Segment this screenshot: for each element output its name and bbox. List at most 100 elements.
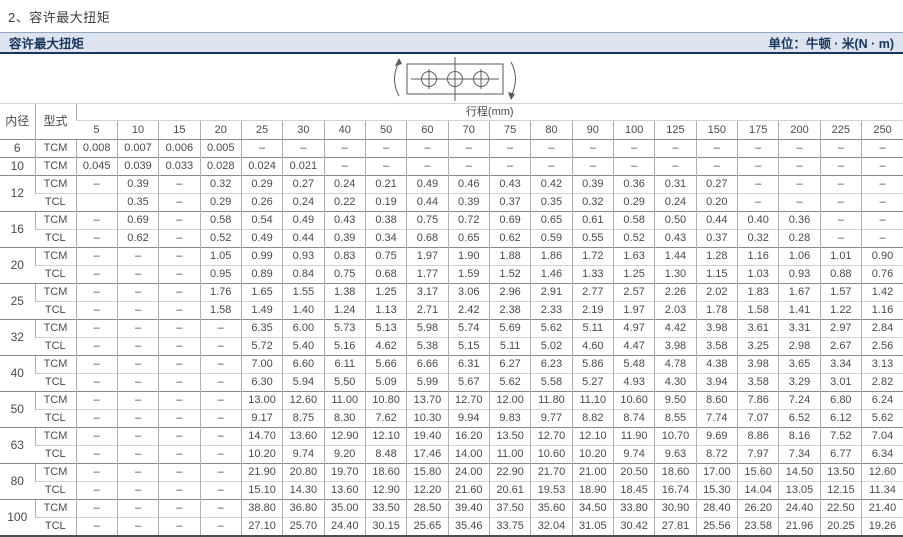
- torque-value-cell: 9.17: [241, 410, 282, 428]
- table-row: 16TCM–0.69–0.580.540.490.430.380.750.720…: [0, 212, 903, 230]
- torque-value-cell: 5.99: [407, 374, 448, 392]
- torque-value-cell: –: [117, 518, 158, 537]
- torque-value-cell: –: [862, 212, 903, 230]
- torque-value-cell: 0.39: [572, 176, 613, 194]
- torque-value-cell: –: [159, 176, 200, 194]
- torque-value-cell: –: [820, 176, 861, 194]
- torque-value-cell: 0.55: [572, 230, 613, 248]
- torque-value-cell: –: [76, 446, 117, 464]
- torque-value-cell: 2.42: [448, 302, 489, 320]
- torque-value-cell: 1.97: [407, 248, 448, 266]
- torque-value-cell: 5.73: [324, 320, 365, 338]
- torque-value-cell: –: [200, 518, 241, 537]
- torque-value-cell: 5.11: [489, 338, 530, 356]
- torque-value-cell: 18.90: [572, 482, 613, 500]
- torque-value-cell: 0.75: [407, 212, 448, 230]
- torque-value-cell: 5.72: [241, 338, 282, 356]
- torque-value-cell: 0.46: [448, 176, 489, 194]
- torque-value-cell: –: [820, 230, 861, 248]
- torque-value-cell: –: [531, 140, 572, 158]
- page-title: 2、容许最大扭矩: [0, 0, 903, 32]
- torque-value-cell: 12.10: [365, 428, 406, 446]
- torque-table: 内径 型式 行程(mm) 510152025304050607075809010…: [0, 103, 903, 537]
- torque-value-cell: 2.91: [531, 284, 572, 302]
- torque-value-cell: 0.19: [365, 194, 406, 212]
- torque-value-cell: 0.58: [613, 212, 654, 230]
- torque-value-cell: –: [820, 140, 861, 158]
- torque-value-cell: 0.24: [655, 194, 696, 212]
- torque-value-cell: 0.75: [324, 266, 365, 284]
- torque-value-cell: 6.27: [489, 356, 530, 374]
- torque-value-cell: 8.60: [696, 392, 737, 410]
- torque-value-cell: –: [76, 248, 117, 266]
- torque-value-cell: 5.13: [365, 320, 406, 338]
- torque-value-cell: 20.25: [820, 518, 861, 537]
- torque-value-cell: –: [159, 194, 200, 212]
- torque-value-cell: 9.20: [324, 446, 365, 464]
- torque-value-cell: 6.11: [324, 356, 365, 374]
- table-row: TCL––––27.1025.7024.4030.1525.6535.4633.…: [0, 518, 903, 537]
- torque-value-cell: 13.60: [324, 482, 365, 500]
- torque-value-cell: 0.93: [779, 266, 820, 284]
- torque-value-cell: 0.29: [200, 194, 241, 212]
- torque-value-cell: 16.20: [448, 428, 489, 446]
- torque-value-cell: –: [779, 176, 820, 194]
- torque-value-cell: –: [159, 302, 200, 320]
- torque-value-cell: 21.70: [531, 464, 572, 482]
- torque-value-cell: –: [200, 482, 241, 500]
- torque-value-cell: 12.90: [365, 482, 406, 500]
- bore-label: 20: [0, 248, 35, 284]
- torque-value-cell: 6.00: [283, 320, 324, 338]
- torque-value-cell: –: [76, 518, 117, 537]
- torque-value-cell: 4.60: [572, 338, 613, 356]
- torque-value-cell: 6.24: [862, 392, 903, 410]
- torque-value-cell: 3.17: [407, 284, 448, 302]
- torque-value-cell: 2.57: [613, 284, 654, 302]
- torque-value-cell: 4.93: [613, 374, 654, 392]
- torque-value-cell: 0.32: [200, 176, 241, 194]
- torque-value-cell: 33.50: [365, 500, 406, 518]
- torque-value-cell: 3.31: [779, 320, 820, 338]
- torque-value-cell: –: [862, 158, 903, 176]
- torque-value-cell: 5.40: [283, 338, 324, 356]
- torque-value-cell: –: [76, 392, 117, 410]
- torque-value-cell: 33.80: [613, 500, 654, 518]
- torque-value-cell: 13.50: [489, 428, 530, 446]
- torque-value-cell: 3.65: [779, 356, 820, 374]
- torque-value-cell: 3.98: [696, 320, 737, 338]
- torque-value-cell: 5.15: [448, 338, 489, 356]
- torque-value-cell: 9.74: [613, 446, 654, 464]
- torque-value-cell: 23.58: [738, 518, 779, 537]
- table-row: TCL––––10.209.749.208.4817.4614.0011.001…: [0, 446, 903, 464]
- torque-value-cell: 4.62: [365, 338, 406, 356]
- torque-value-cell: 0.49: [241, 230, 282, 248]
- stroke-header-cell: 75: [489, 121, 530, 140]
- torque-value-cell: –: [76, 500, 117, 518]
- type-label: TCM: [35, 140, 76, 158]
- torque-value-cell: –: [76, 320, 117, 338]
- torque-value-cell: 8.55: [655, 410, 696, 428]
- torque-value-cell: 2.84: [862, 320, 903, 338]
- torque-value-cell: 1.46: [531, 266, 572, 284]
- stroke-header-cell: 90: [572, 121, 613, 140]
- torque-value-cell: 13.60: [283, 428, 324, 446]
- torque-value-cell: 0.52: [613, 230, 654, 248]
- torque-value-cell: 39.40: [448, 500, 489, 518]
- torque-value-cell: 7.04: [862, 428, 903, 446]
- torque-value-cell: 0.22: [324, 194, 365, 212]
- torque-value-cell: 0.58: [200, 212, 241, 230]
- torque-value-cell: –: [117, 464, 158, 482]
- torque-value-cell: 26.20: [738, 500, 779, 518]
- torque-value-cell: –: [738, 158, 779, 176]
- torque-value-cell: 1.13: [365, 302, 406, 320]
- torque-value-cell: 0.61: [572, 212, 613, 230]
- section-title: 容许最大扭矩: [9, 33, 84, 52]
- bore-label: 12: [0, 176, 35, 212]
- torque-value-cell: 12.70: [531, 428, 572, 446]
- torque-value-cell: 21.40: [862, 500, 903, 518]
- table-row: 32TCM––––6.356.005.735.135.985.745.695.6…: [0, 320, 903, 338]
- torque-value-cell: 0.44: [283, 230, 324, 248]
- torque-value-cell: –: [820, 158, 861, 176]
- torque-value-cell: 14.50: [779, 464, 820, 482]
- torque-value-cell: 12.60: [862, 464, 903, 482]
